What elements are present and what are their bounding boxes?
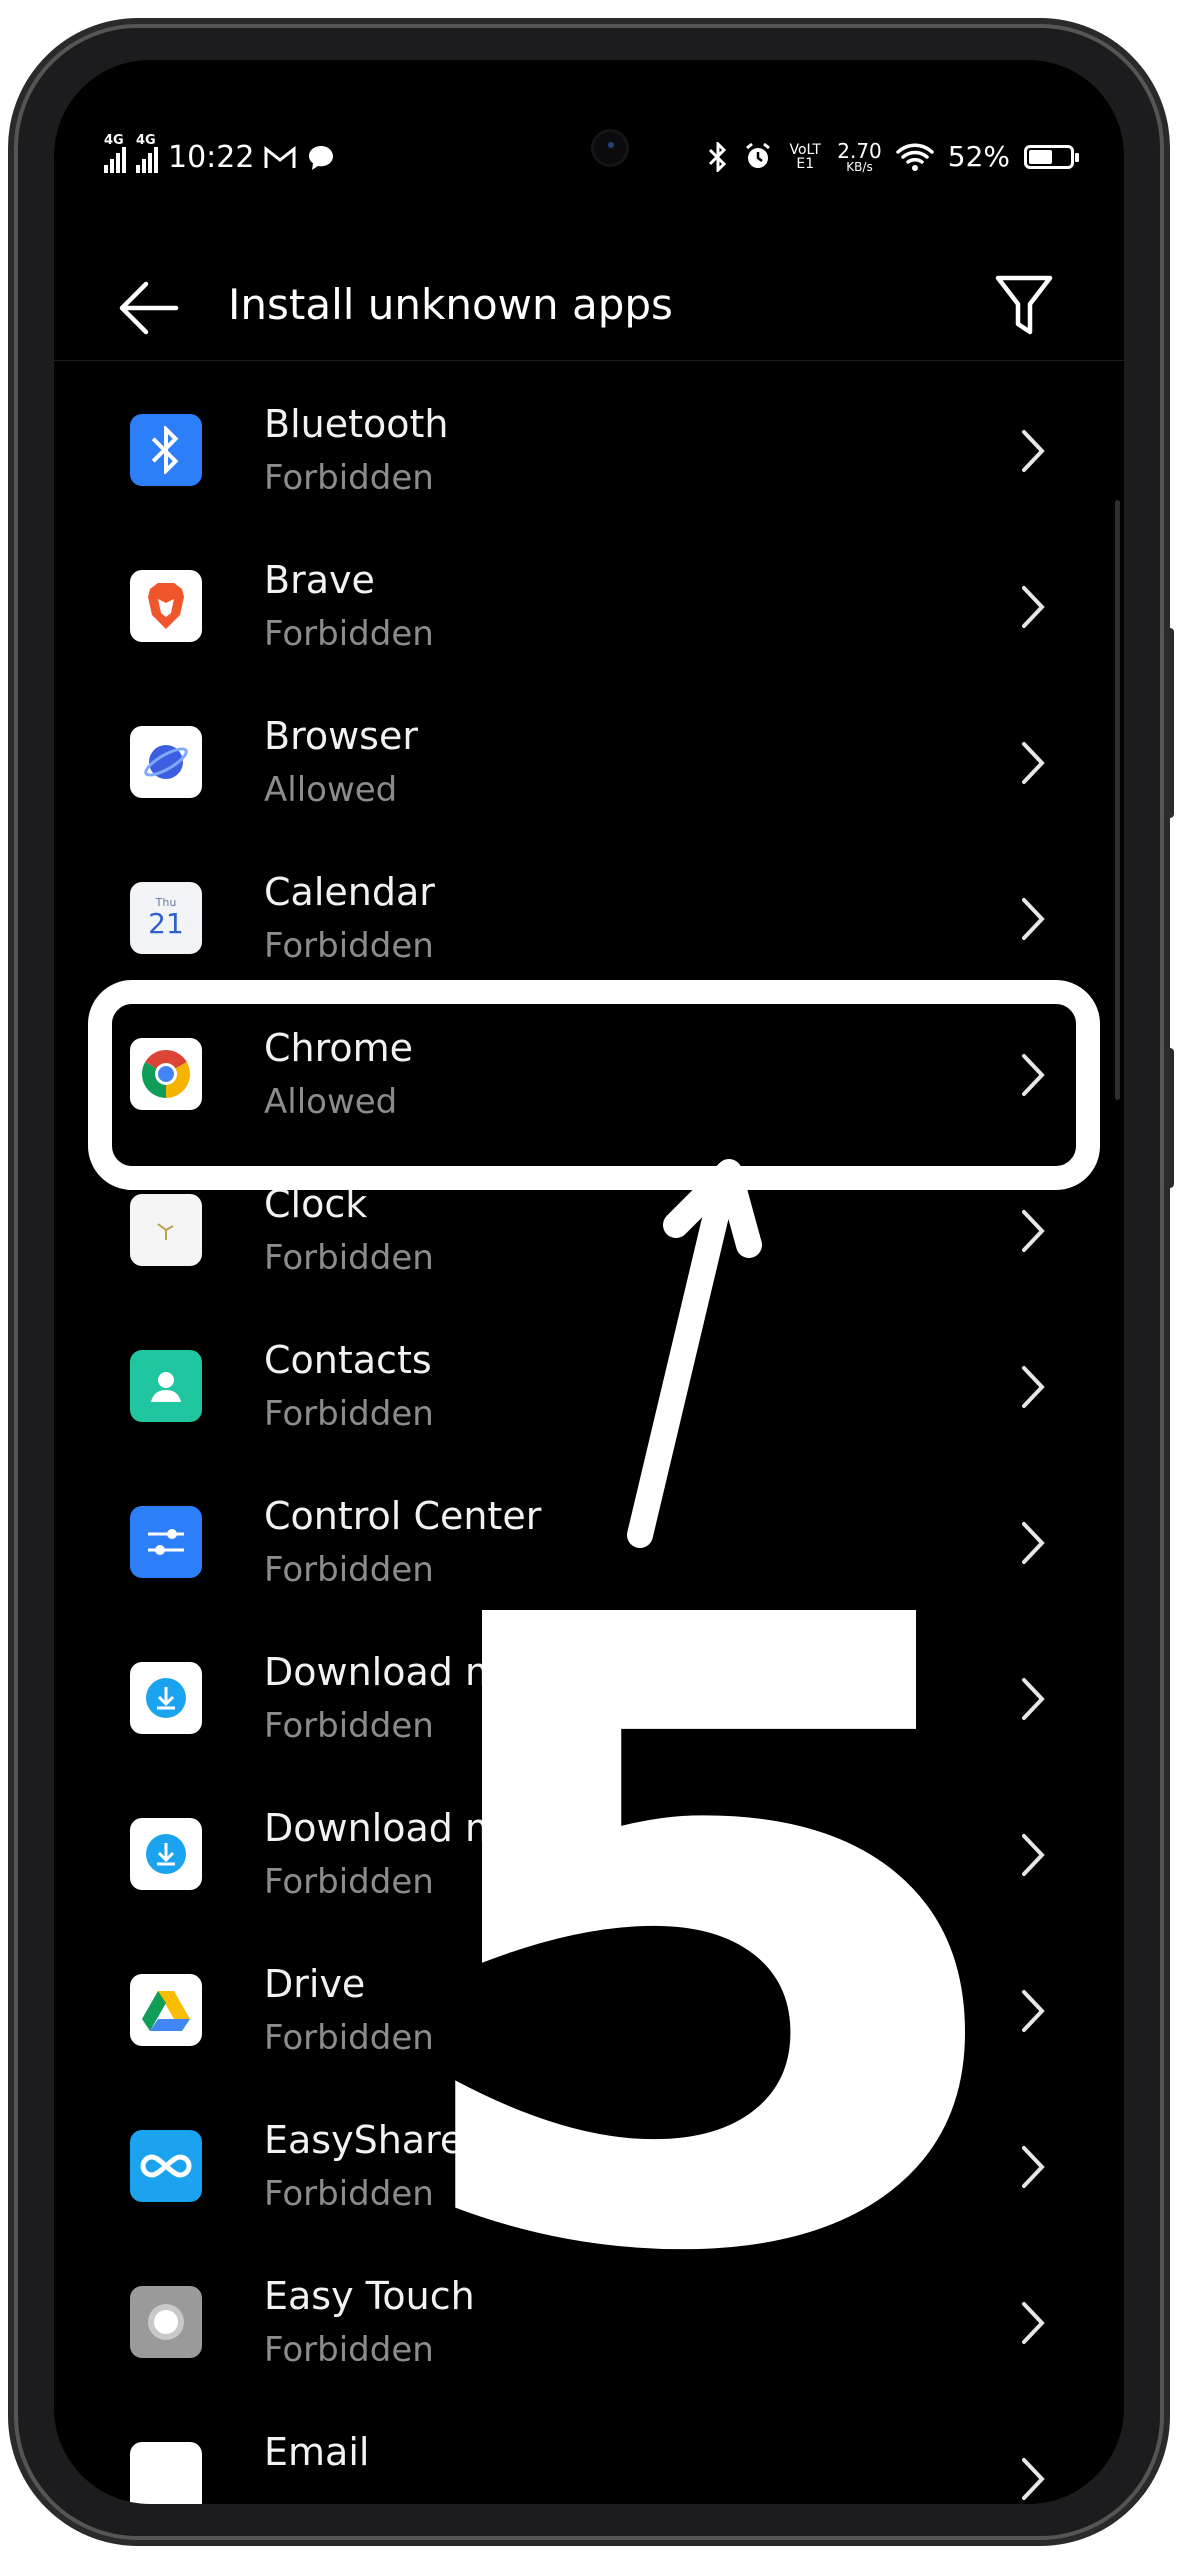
volume-button: [1164, 628, 1174, 818]
app-status: Forbidden: [264, 614, 434, 654]
signal-icon-1: 4G: [104, 133, 126, 173]
brave-icon: [130, 570, 202, 642]
gmail-icon: [264, 145, 296, 168]
filter-icon[interactable]: [994, 274, 1054, 338]
back-arrow-icon[interactable]: [116, 280, 180, 336]
app-name: Calendar: [264, 870, 435, 914]
bluetooth-icon: [130, 414, 202, 486]
step-number: 5: [383, 1439, 1030, 2440]
list-item[interactable]: Browser Allowed: [54, 694, 1124, 850]
chevron-right-icon: [1022, 430, 1045, 472]
wifi-icon: [896, 143, 934, 171]
phone-frame: 4G 4G 10:22 VoLTE1 2.70 KB/s 52% Install…: [18, 28, 1174, 2536]
signal-icon-2: 4G: [136, 133, 158, 173]
alarm-icon: [746, 142, 771, 168]
calendar-icon: Thu 21: [130, 882, 202, 954]
app-name: Brave: [264, 558, 375, 602]
app-name: Contacts: [264, 1338, 432, 1382]
app-bar: Install unknown apps: [54, 250, 1124, 360]
app-status: Forbidden: [264, 1238, 434, 1278]
chevron-right-icon: [1022, 2458, 1045, 2500]
email-icon: [130, 2442, 202, 2504]
clock-time: 10:22: [168, 140, 255, 175]
battery-percent: 52%: [947, 140, 1010, 173]
control-center-icon: [130, 1506, 202, 1578]
app-status: Forbidden: [264, 1394, 434, 1434]
network-speed: 2.70 KB/s: [837, 138, 882, 174]
chevron-right-icon: [1022, 742, 1045, 784]
clock-icon: [130, 1194, 202, 1266]
battery-icon: [1024, 144, 1079, 169]
easyshare-icon: [130, 2130, 202, 2202]
download-icon: [130, 1662, 202, 1734]
message-icon: [309, 145, 334, 170]
app-status: Forbidden: [264, 926, 434, 966]
chrome-highlight-box: [88, 980, 1100, 1190]
header-divider: [54, 360, 1124, 361]
app-status: Allowed: [264, 770, 398, 810]
bluetooth-status-icon: [709, 141, 727, 172]
app-status: Forbidden: [264, 458, 434, 498]
contacts-icon: [130, 1350, 202, 1422]
page-title: Install unknown apps: [228, 280, 673, 329]
power-button: [1164, 1048, 1174, 1188]
screen: 4G 4G 10:22 VoLTE1 2.70 KB/s 52% Install…: [54, 60, 1124, 2504]
download-icon: [130, 1818, 202, 1890]
app-name: Browser: [264, 714, 418, 758]
easy-touch-icon: [130, 2286, 202, 2358]
drive-icon: [130, 1974, 202, 2046]
list-item[interactable]: Brave Forbidden: [54, 538, 1124, 694]
list-item[interactable]: Bluetooth Forbidden: [54, 382, 1124, 538]
app-name: Bluetooth: [264, 402, 449, 446]
chevron-right-icon: [1022, 1366, 1045, 1408]
chevron-right-icon: [1022, 1210, 1045, 1252]
chevron-right-icon: [1022, 586, 1045, 628]
status-bar: 4G 4G 10:22 VoLTE1 2.70 KB/s 52%: [104, 133, 1079, 200]
browser-icon: [130, 726, 202, 798]
volte-indicator: VoLTE1: [789, 141, 821, 172]
app-name: Email: [264, 2430, 370, 2474]
app-name: Drive: [264, 1962, 366, 2006]
chevron-right-icon: [1022, 898, 1045, 940]
